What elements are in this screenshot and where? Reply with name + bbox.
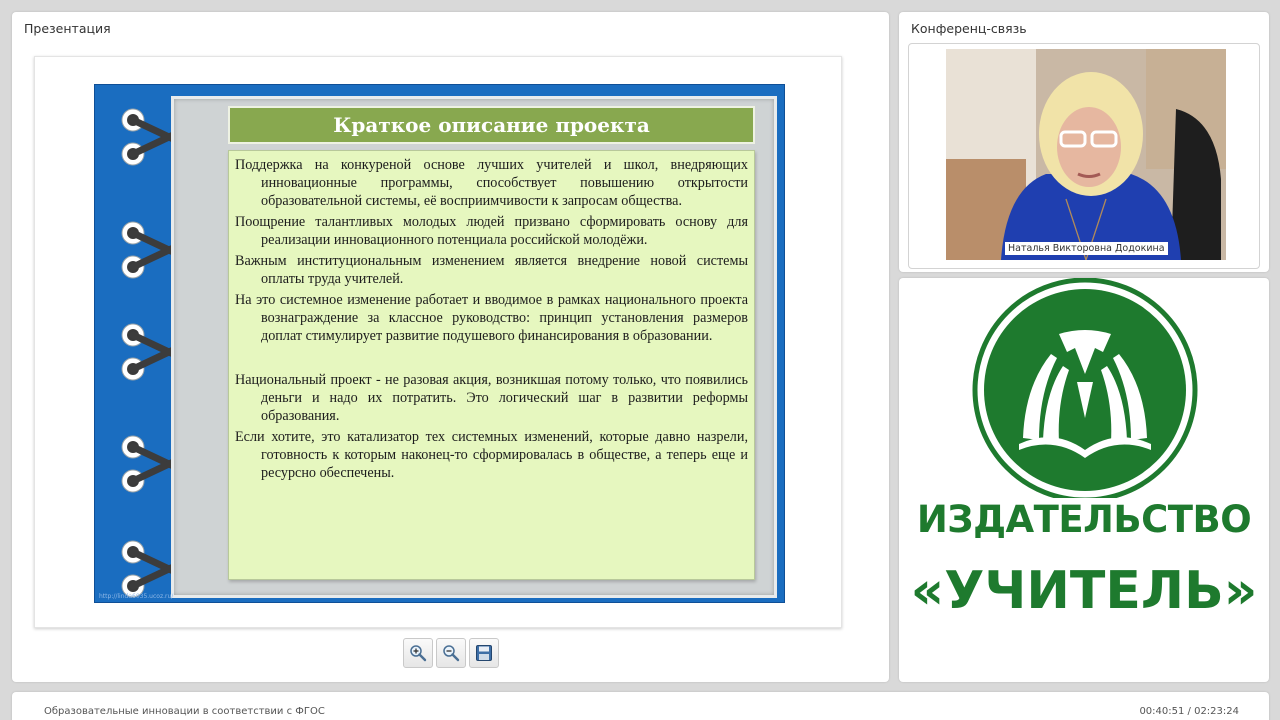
conference-panel: Конференц-связь Наталья Викторовна Додок… — [899, 12, 1269, 272]
slide-body: Поддержка на конкуреной основе лучших уч… — [228, 150, 755, 580]
zoom-in-button[interactable] — [403, 638, 433, 668]
publisher-book-emblem-icon — [972, 278, 1198, 498]
playback-time: 00:40:51 / 02:23:24 — [1139, 706, 1239, 717]
speaker-name-caption: Наталья Викторовна Додокина — [1005, 242, 1168, 255]
slide-paragraph: Поддержка на конкуреной основе лучших уч… — [235, 157, 748, 209]
publisher-name-line1: ИЗДАТЕЛЬСТВО — [916, 498, 1252, 541]
slide-frame: Краткое описание проекта Поддержка на ко… — [34, 56, 842, 628]
presentation-panel-title: Презентация — [24, 21, 111, 36]
course-title: Образовательные инновации в соответствии… — [44, 706, 325, 717]
floppy-disk-icon — [476, 645, 492, 661]
zoom-out-button[interactable] — [436, 638, 466, 668]
speaker-video-image — [946, 49, 1226, 260]
presentation-panel: Презентация Краткое описание проекта Под… — [12, 12, 889, 682]
publisher-name-line2: «УЧИТЕЛЬ» — [910, 561, 1258, 621]
footer-bar: Образовательные инновации в соответствии… — [12, 692, 1269, 720]
slide-watermark: http://linda6035.ucoz.ru/ — [99, 593, 174, 600]
slide-paragraph: На это системное изменение работает и вв… — [235, 292, 748, 344]
zoom-in-icon — [410, 645, 427, 662]
slide-paragraph: Если хотите, это катализатор тех системн… — [235, 429, 748, 481]
slide-paragraph: Поощрение талантливых молодых людей приз… — [235, 214, 748, 248]
conference-panel-title: Конференц-связь — [911, 21, 1027, 36]
webcam-video[interactable]: Наталья Викторовна Додокина — [946, 49, 1226, 260]
zoom-out-icon — [443, 645, 460, 662]
save-button[interactable] — [469, 638, 499, 668]
slide-page: Краткое описание проекта Поддержка на ко… — [171, 96, 777, 598]
video-frame: Наталья Викторовна Додокина — [908, 43, 1260, 269]
slide-paragraph: Национальный проект - не разовая акция, … — [235, 372, 748, 424]
presentation-toolbar — [403, 638, 499, 668]
slide: Краткое описание проекта Поддержка на ко… — [94, 84, 785, 603]
publisher-logo-panel: ИЗДАТЕЛЬСТВО «УЧИТЕЛЬ» — [899, 278, 1269, 682]
slide-header: Краткое описание проекта — [228, 106, 755, 144]
slide-paragraph: Важным институциональным изменением явля… — [235, 253, 748, 287]
